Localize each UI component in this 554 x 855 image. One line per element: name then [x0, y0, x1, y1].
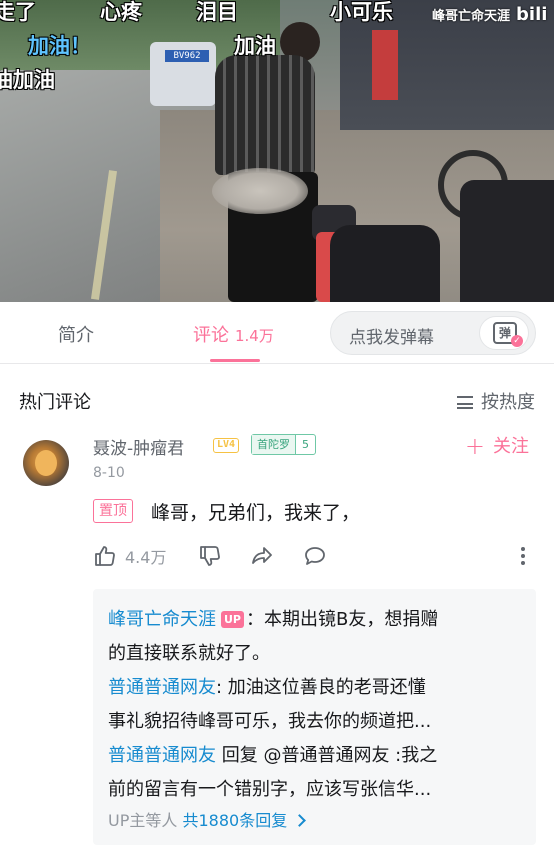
tab-comments[interactable]: 评论 1.4万: [193, 321, 274, 347]
chevron-right-icon: [293, 814, 307, 827]
like-button[interactable]: 4.4万: [93, 542, 166, 570]
fan-medal-level: 5: [295, 435, 315, 454]
share-button[interactable]: [250, 542, 274, 570]
sub-replies-panel[interactable]: 峰哥亡命天涯 UP ：本期出镜B友，想捐赠 的直接联系就好了。 普通普通网友: 加油…: [93, 589, 536, 845]
replies-total-prefix: UP主等人: [108, 811, 178, 830]
danmaku-comment: 泪目: [196, 0, 238, 24]
plus-icon: +: [464, 432, 485, 460]
replies-total-link[interactable]: 共1880条回复: [182, 811, 287, 830]
comment-bubble-icon: [305, 547, 325, 565]
sort-by-hot-button[interactable]: 按热度: [457, 388, 535, 414]
follow-label: 关注: [493, 436, 529, 457]
tab-comments-count: 1.4万: [235, 327, 274, 345]
thumbs-down-icon: [200, 546, 220, 566]
danmaku-comment: 心疼: [100, 0, 142, 24]
danmaku-comment: 小可乐: [330, 0, 393, 24]
comment-content: 峰哥，兄弟们，我来了，: [151, 502, 361, 524]
video-watermark: 峰哥亡命天涯 bili: [432, 4, 547, 25]
pinned-badge: 置顶: [93, 499, 133, 523]
reply-text: 事礼貌招待峰哥可乐，我去你的频道把...: [108, 711, 432, 732]
tab-intro[interactable]: 简介: [58, 321, 94, 347]
reply-line: 事礼貌招待峰哥可乐，我去你的频道把...: [108, 707, 431, 733]
danmaku-input[interactable]: 点我发弹幕 弹 ✓: [330, 311, 536, 355]
danmaku-comment: 加油: [234, 34, 276, 58]
level-badge: LV4: [213, 438, 240, 453]
view-all-replies[interactable]: UP主等人 共1880条回复: [108, 807, 307, 831]
fan-medal-name: 首陀罗: [252, 435, 295, 454]
watermark-user: 峰哥亡命天涯: [432, 9, 511, 24]
follow-button[interactable]: + 关注: [465, 432, 529, 460]
check-icon: ✓: [511, 335, 523, 347]
reply-text: 前的留言有一个错别字，应该写张信华...: [108, 779, 432, 800]
danmaku-comment: 油加油: [0, 68, 55, 92]
reply-line: 的直接联系就好了。: [108, 639, 270, 665]
reply-author[interactable]: 普通普通网友: [108, 745, 216, 766]
tab-bar: 简介 评论 1.4万 点我发弹幕 弹 ✓: [0, 302, 554, 364]
reply-author[interactable]: 峰哥亡命天涯: [108, 609, 216, 630]
video-blur-mosaic: [212, 168, 308, 214]
reply-text: : 加油这位善良的老哥还懂: [216, 677, 426, 698]
avatar-face: [35, 450, 57, 476]
reply-line: 前的留言有一个错别字，应该写张信华...: [108, 775, 431, 801]
thumbs-up-icon: [95, 546, 115, 566]
more-vertical-icon: [521, 547, 525, 565]
reply-line: 普通普通网友: 加油这位善良的老哥还懂: [108, 673, 426, 699]
tab-comments-label: 评论: [193, 325, 229, 346]
dislike-button[interactable]: [198, 542, 222, 570]
van-plate: BV962: [165, 50, 209, 62]
danmaku-toggle-button[interactable]: 弹 ✓: [479, 316, 529, 350]
fan-medal: 首陀罗 5: [251, 434, 316, 455]
more-options-button[interactable]: [511, 542, 535, 570]
danmaku-input-placeholder: 点我发弹幕: [349, 328, 434, 348]
reply-author[interactable]: 普通普通网友: [108, 677, 216, 698]
reply-text: ：本期出镜B友，想捐赠: [246, 609, 439, 630]
video-scene-person-shirt: [215, 55, 315, 175]
comment-username[interactable]: 聂波-肿瘤君: [93, 434, 184, 459]
bilibili-logo: bili: [516, 4, 548, 25]
share-icon: [252, 547, 272, 564]
reply-line: 普通普通网友 回复 @普通普通网友 :我之: [108, 741, 437, 767]
reply-button[interactable]: [303, 542, 327, 570]
video-player[interactable]: BV962 走了 心疼 泪目 小可乐 加油！ 加油 油加油 峰哥亡命天涯 bili: [0, 0, 554, 302]
video-scene-shop-sign: [372, 30, 398, 100]
menu-icon: [457, 396, 473, 409]
up-badge: UP: [221, 611, 244, 628]
hot-comments-title: 热门评论: [19, 392, 91, 413]
reply-line: 峰哥亡命天涯 UP ：本期出镜B友，想捐赠: [108, 605, 438, 631]
video-scene-scooter: [330, 225, 440, 302]
comment-actions: 4.4万: [93, 542, 533, 570]
danmaku-comment: 加油！: [28, 34, 91, 58]
reply-text: 回复 @普通普通网友 :我之: [216, 745, 438, 766]
danmaku-comment: 走了: [0, 0, 36, 24]
video-scene-scooter-right: [460, 180, 554, 302]
reply-text: 的直接联系就好了。: [108, 643, 270, 664]
comment-date: 8-10: [93, 465, 125, 481]
like-count: 4.4万: [125, 548, 167, 567]
active-tab-indicator: [210, 359, 260, 362]
avatar[interactable]: [23, 440, 69, 486]
video-detail-page: BV962 走了 心疼 泪目 小可乐 加油！ 加油 油加油 峰哥亡命天涯 bili…: [0, 0, 554, 855]
sort-label: 按热度: [481, 392, 535, 413]
